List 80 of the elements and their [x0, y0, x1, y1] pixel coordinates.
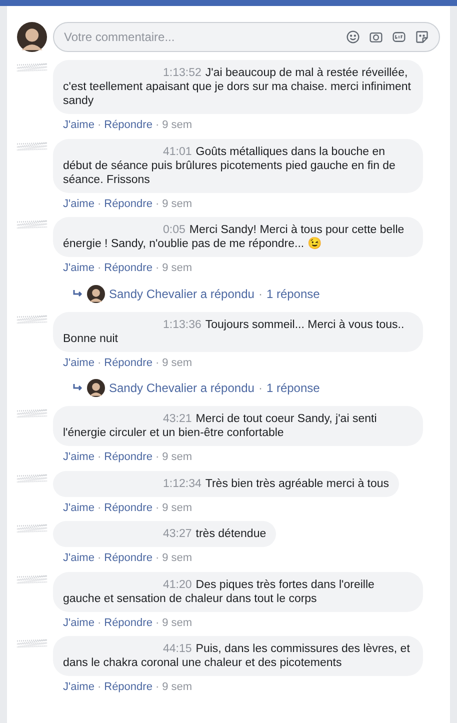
comment-age: 9 sem	[162, 118, 192, 133]
reply-arrow-icon	[73, 290, 83, 298]
reply-link[interactable]: Répondre	[104, 117, 152, 134]
comment-text: 1:13:36 Toujours sommeil... Merci à vous tous.. Bonne nuit	[63, 318, 406, 346]
redaction-scribble	[17, 523, 47, 535]
redaction-scribble	[17, 472, 47, 484]
comment-text: 44:15 Puis, dans les commissures des lèvres, et dans le chakra coronal une chaleur et des picotements	[63, 642, 411, 670]
redaction-scribble	[17, 219, 47, 231]
comment-age: 9 sem	[162, 500, 192, 516]
separator-dot: ·	[97, 118, 102, 133]
emoji-icon[interactable]	[346, 30, 360, 44]
reply-link[interactable]: Répondre	[104, 500, 152, 516]
reply-link[interactable]: Répondre	[104, 449, 152, 466]
comment-text: 0:05 Merci Sandy! Merci à tous pour cette belle énergie ! Sandy, n'oublie pas de me répondre... 😉	[63, 223, 406, 251]
separator-dot: ·	[155, 118, 160, 133]
reply-count-link[interactable]: 1 réponse	[266, 284, 320, 302]
like-link[interactable]: J'aime	[63, 354, 94, 371]
like-link[interactable]: J'aime	[63, 196, 94, 212]
comment-age: 9 sem	[162, 356, 192, 370]
gif-icon[interactable]	[392, 30, 406, 44]
comment-text: 41:01 Goûts métalliques dans la bouche en début de séance puis brûlures picotements pied gauche en fin de séance. Frissons	[63, 144, 396, 186]
comment-age: 9 sem	[162, 196, 192, 212]
separator-dot: ·	[258, 286, 262, 302]
separator-dot: ·	[97, 196, 102, 212]
like-link[interactable]: J'aime	[63, 614, 94, 631]
reply-link[interactable]: Répondre	[104, 260, 152, 276]
redaction-scribble	[17, 314, 47, 326]
avatar-icon	[17, 22, 47, 52]
reply-link[interactable]: Répondre	[104, 614, 152, 631]
separator-dot: ·	[155, 356, 160, 370]
comment-age: 9 sem	[162, 261, 192, 276]
comment-text: 43:27 très détendue	[162, 527, 266, 541]
redaction-scribble	[17, 62, 47, 74]
redaction-scribble	[17, 408, 47, 420]
separator-dot: ·	[155, 450, 160, 465]
redaction-scribble	[17, 574, 47, 586]
reply-count-link[interactable]: 1 réponse	[266, 379, 320, 397]
separator-dot: ·	[97, 356, 102, 370]
redaction-scribble	[17, 140, 47, 152]
like-link[interactable]: J'aime	[63, 500, 94, 516]
like-link[interactable]: J'aime	[63, 117, 94, 134]
separator-dot: ·	[97, 551, 102, 566]
separator-dot: ·	[258, 380, 262, 397]
comment-age: 9 sem	[162, 616, 192, 630]
replies-link[interactable]: Sandy Chevalier a répondu	[109, 284, 254, 302]
separator-dot: ·	[97, 616, 102, 630]
reply-arrow-icon	[73, 384, 83, 392]
like-link[interactable]: J'aime	[63, 260, 94, 276]
separator-dot: ·	[155, 196, 160, 212]
reply-link[interactable]: Répondre	[104, 354, 152, 371]
comment-text: 43:21 Merci de tout coeur Sandy, j'ai senti l'énergie circuler et un bien-être confortable	[63, 412, 378, 440]
comment-age: 9 sem	[162, 551, 192, 566]
like-link[interactable]: J'aime	[63, 550, 94, 566]
separator-dot: ·	[155, 680, 160, 695]
comment-text: 1:12:34 Très bien très agréable merci à tous	[162, 476, 390, 490]
separator-dot: ·	[155, 616, 160, 630]
separator-dot: ·	[97, 261, 102, 276]
comment-field[interactable]: Votre commentaire...	[53, 22, 440, 52]
like-link[interactable]: J'aime	[63, 679, 94, 696]
redaction-scribble	[17, 638, 47, 650]
camera-icon[interactable]	[369, 30, 383, 44]
comment-text: 1:13:52 J'ai beaucoup de mal à restée réveillée, c'est teellement apaisant que je dors sur ma chaise. merci infiniment sandy	[63, 66, 412, 108]
avatar-icon	[87, 284, 105, 302]
comment-text: 41:20 Des piques très fortes dans l'oreille gauche et sensation de chaleur dans tout le corps	[63, 578, 376, 606]
reply-link[interactable]: Répondre	[104, 196, 152, 212]
reply-link[interactable]: Répondre	[104, 679, 152, 696]
separator-dot: ·	[97, 500, 102, 516]
separator-dot: ·	[155, 261, 160, 276]
replies-link[interactable]: Sandy Chevalier a répondu	[109, 379, 254, 397]
sticker-icon[interactable]	[415, 30, 429, 44]
comment-age: 9 sem	[162, 680, 192, 695]
separator-dot: ·	[155, 551, 160, 566]
like-link[interactable]: J'aime	[63, 449, 94, 466]
comment-age: 9 sem	[162, 450, 192, 465]
separator-dot: ·	[97, 680, 102, 695]
separator-dot: ·	[155, 500, 160, 516]
reply-link[interactable]: Répondre	[104, 550, 152, 566]
avatar-icon	[87, 379, 105, 397]
separator-dot: ·	[97, 450, 102, 465]
comment-input[interactable]: Votre commentaire...	[64, 28, 346, 46]
